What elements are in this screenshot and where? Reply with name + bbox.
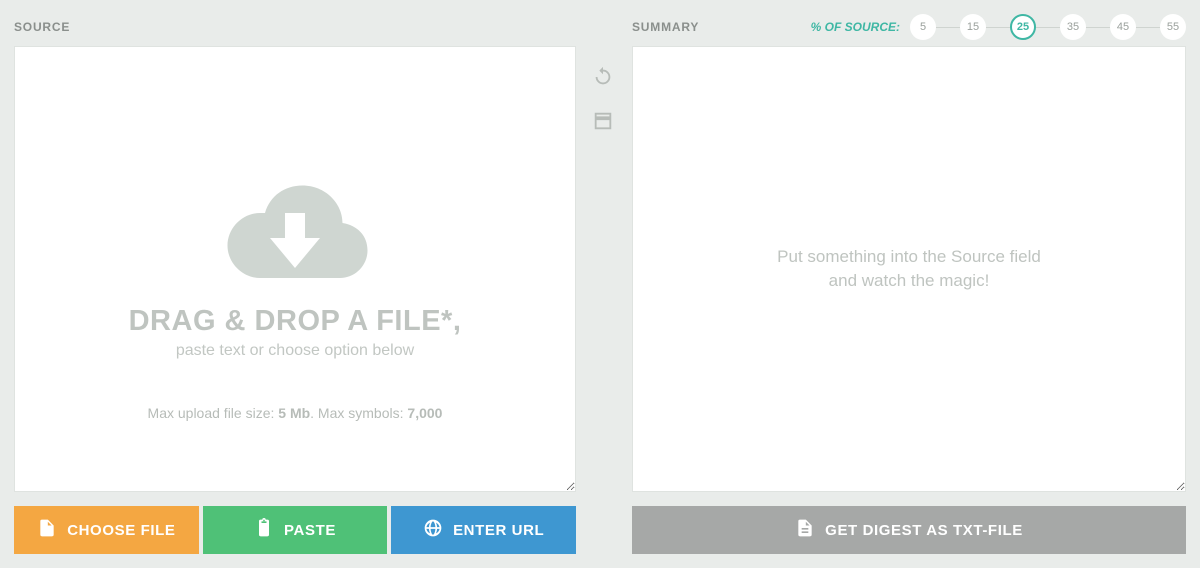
file-icon: [37, 518, 57, 542]
cloud-download-icon: [215, 178, 375, 293]
percent-of-source-label: % OF SOURCE:: [811, 20, 900, 34]
paste-button[interactable]: PASTE: [203, 506, 388, 554]
source-panel: SOURCE DRAG & DROP A FILE*, paste text o…: [14, 14, 576, 554]
get-digest-button[interactable]: GET DIGEST AS TXT-FILE: [632, 506, 1186, 554]
dropzone-heading: DRAG & DROP A FILE*,: [129, 305, 462, 338]
upload-limits-text: Max upload file size: 5 Mb. Max symbols:…: [15, 405, 575, 421]
percent-option-5[interactable]: 5: [910, 14, 936, 40]
percent-slider: 5 15 25 35 45 55: [910, 14, 1186, 40]
percent-slider-track: [1036, 27, 1060, 28]
refresh-icon: [592, 66, 614, 93]
percent-option-25[interactable]: 25: [1010, 14, 1036, 40]
globe-icon: [423, 518, 443, 542]
middle-controls: [588, 14, 620, 554]
summary-label: SUMMARY: [632, 20, 699, 34]
enter-url-label: ENTER URL: [453, 522, 544, 539]
get-digest-label: GET DIGEST AS TXT-FILE: [825, 522, 1023, 539]
enter-url-button[interactable]: ENTER URL: [391, 506, 576, 554]
dropzone-subtext: paste text or choose option below: [176, 342, 414, 360]
summary-output[interactable]: Put something into the Source field and …: [632, 46, 1186, 492]
percent-option-55[interactable]: 55: [1160, 14, 1186, 40]
source-dropzone[interactable]: DRAG & DROP A FILE*, paste text or choos…: [14, 46, 576, 492]
clipboard-icon: [254, 518, 274, 542]
document-icon: [795, 518, 815, 542]
percent-slider-track: [1136, 27, 1160, 28]
summary-panel: SUMMARY % OF SOURCE: 5 15 25 35 45 55 Put som…: [632, 14, 1186, 554]
new-window-button[interactable]: [588, 108, 618, 138]
paste-label: PASTE: [284, 522, 336, 539]
percent-option-45[interactable]: 45: [1110, 14, 1136, 40]
refresh-button[interactable]: [588, 64, 618, 94]
summary-placeholder: Put something into the Source field and …: [777, 245, 1041, 293]
window-icon: [592, 110, 614, 137]
percent-slider-track: [936, 27, 960, 28]
percent-slider-track: [986, 27, 1010, 28]
percent-option-15[interactable]: 15: [960, 14, 986, 40]
percent-slider-track: [1086, 27, 1110, 28]
choose-file-button[interactable]: CHOOSE FILE: [14, 506, 199, 554]
source-label: SOURCE: [14, 20, 70, 34]
percent-option-35[interactable]: 35: [1060, 14, 1086, 40]
choose-file-label: CHOOSE FILE: [67, 522, 175, 539]
